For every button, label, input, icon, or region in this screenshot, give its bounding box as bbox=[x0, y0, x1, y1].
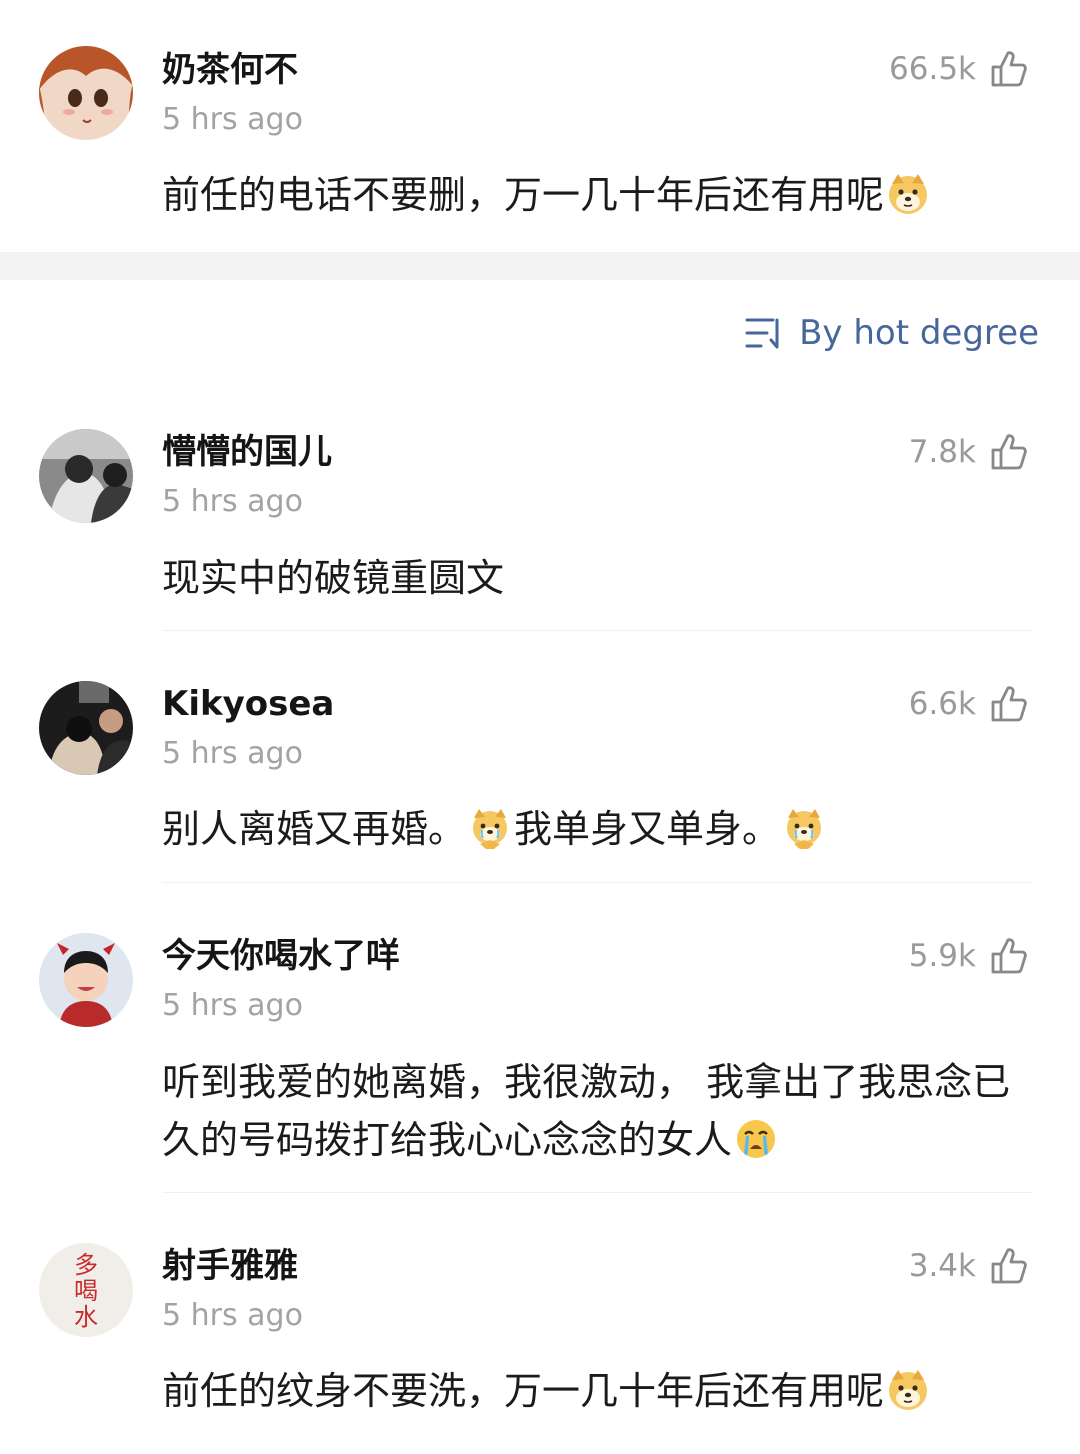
timestamp: 5 hrs ago bbox=[162, 102, 303, 137]
crying-face-emoji-icon bbox=[737, 1120, 776, 1158]
like-button[interactable]: 6.6k bbox=[909, 685, 1028, 723]
comment-text: 前任的电话不要删，万一几十年后还有用呢 bbox=[162, 166, 1032, 224]
like-button[interactable]: 5.9k bbox=[909, 937, 1028, 975]
timestamp: 5 hrs ago bbox=[162, 988, 303, 1023]
thumbs-up-icon[interactable] bbox=[990, 937, 1028, 975]
comment-text-part: 别人离婚又再婚。 bbox=[162, 807, 467, 851]
section-divider bbox=[0, 252, 1080, 280]
sort-icon bbox=[745, 318, 779, 349]
thumbs-up-icon[interactable] bbox=[990, 433, 1028, 471]
like-count: 5.9k bbox=[908, 938, 976, 974]
thumbs-up-icon[interactable] bbox=[990, 1247, 1028, 1285]
thumbs-up-icon[interactable] bbox=[990, 50, 1028, 88]
avatar-char: 多 bbox=[74, 1252, 98, 1279]
avatar[interactable]: 多 喝 水 bbox=[39, 1243, 133, 1337]
comment-text-content: 前任的电话不要删，万一几十年后还有用呢 bbox=[162, 173, 885, 217]
avatar[interactable] bbox=[39, 46, 133, 140]
timestamp: 5 hrs ago bbox=[162, 1298, 303, 1333]
like-button[interactable]: 66.5k bbox=[889, 50, 1028, 88]
username[interactable]: 今天你喝水了咩 bbox=[162, 936, 400, 976]
timestamp: 5 hrs ago bbox=[162, 736, 303, 771]
top-comment: 奶茶何不 5 hrs ago 66.5k 前任的电话不要删，万一几十年后还有用呢 bbox=[0, 0, 1080, 252]
comment-text-content: 前任的纹身不要洗，万一几十年后还有用呢 bbox=[162, 1369, 885, 1413]
avatar-char: 水 bbox=[74, 1304, 98, 1331]
comment-divider bbox=[162, 630, 1032, 631]
doge-emoji-icon bbox=[889, 1370, 928, 1410]
like-count: 3.4k bbox=[908, 1248, 976, 1284]
comment-divider bbox=[162, 1192, 1032, 1193]
sort-label: By hot degree bbox=[799, 313, 1039, 353]
comment-text-part: 我单身又单身。 bbox=[514, 807, 781, 851]
avatar-char: 喝 bbox=[74, 1279, 98, 1305]
username[interactable]: 奶茶何不 bbox=[162, 50, 298, 90]
avatar[interactable] bbox=[39, 933, 133, 1027]
like-count: 66.5k bbox=[889, 51, 976, 87]
avatar[interactable] bbox=[39, 681, 133, 775]
crying-dog-emoji-icon bbox=[473, 809, 508, 849]
comment-text: 听到我爱的她离婚，我很激动， 我拿出了我思念已久的号码拨打给我心心念念的女人 bbox=[162, 1053, 1032, 1169]
comment-divider bbox=[162, 882, 1032, 883]
thumbs-up-icon[interactable] bbox=[990, 685, 1028, 723]
comment-text-content: 听到我爱的她离婚，我很激动， 我拿出了我思念已久的号码拨打给我心心念念的女人 bbox=[162, 1060, 1011, 1162]
like-count: 6.6k bbox=[908, 686, 976, 722]
comment-text: 别人离婚又再婚。 我单身又单身。 bbox=[162, 800, 1032, 858]
username[interactable]: 射手雅雅 bbox=[162, 1246, 298, 1286]
timestamp: 5 hrs ago bbox=[162, 484, 303, 519]
sort-by-hot-button[interactable]: By hot degree bbox=[745, 312, 1039, 354]
username[interactable]: Kikyosea bbox=[162, 684, 334, 724]
comment-text: 前任的纹身不要洗，万一几十年后还有用呢 bbox=[162, 1362, 1032, 1420]
avatar[interactable] bbox=[39, 429, 133, 523]
doge-emoji-icon bbox=[889, 174, 928, 214]
like-button[interactable]: 7.8k bbox=[909, 433, 1028, 471]
username[interactable]: 懵懵的国儿 bbox=[162, 432, 332, 472]
comment-text: 现实中的破镜重圆文 bbox=[162, 556, 505, 600]
like-button[interactable]: 3.4k bbox=[909, 1247, 1028, 1285]
like-count: 7.8k bbox=[908, 434, 976, 470]
crying-dog-emoji-icon bbox=[787, 809, 822, 849]
